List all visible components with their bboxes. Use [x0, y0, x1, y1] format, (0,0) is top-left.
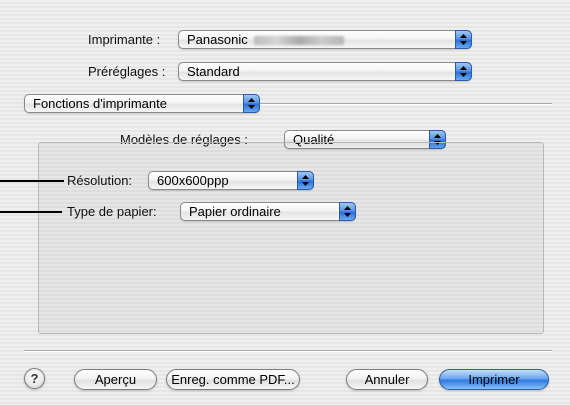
section-value: Fonctions d'imprimante — [33, 96, 167, 111]
presets-label: Préréglages : — [88, 64, 166, 79]
resolution-callout-line — [0, 180, 64, 182]
paper-type-value: Papier ordinaire — [189, 204, 281, 219]
presets-value: Standard — [187, 64, 240, 79]
save-as-pdf-button[interactable]: Enreg. comme PDF... — [166, 369, 300, 390]
printer-model-redacted — [253, 36, 344, 46]
paper-type-popup[interactable]: Papier ordinaire — [180, 202, 356, 221]
resolution-value: 600x600ppp — [157, 173, 229, 188]
resolution-label: Résolution: — [67, 173, 133, 188]
paper-type-callout-line — [0, 211, 62, 213]
popup-arrows-icon — [243, 94, 260, 113]
popup-arrows-icon — [455, 62, 472, 81]
resolution-popup[interactable]: 600x600ppp — [148, 171, 314, 190]
printer-label: Imprimante : — [88, 32, 161, 47]
section-separator — [260, 103, 552, 105]
bottom-separator — [24, 350, 552, 352]
print-button[interactable]: Imprimer — [439, 369, 549, 390]
section-popup[interactable]: Fonctions d'imprimante — [24, 94, 260, 113]
popup-arrows-icon — [339, 202, 356, 221]
popup-arrows-icon — [455, 30, 472, 49]
paper-type-label: Type de papier: — [67, 204, 157, 219]
presets-popup[interactable]: Standard — [178, 62, 472, 81]
help-button[interactable]: ? — [24, 368, 45, 389]
cancel-button[interactable]: Annuler — [346, 369, 428, 390]
preview-button[interactable]: Aperçu — [74, 369, 157, 390]
popup-arrows-icon — [297, 171, 314, 190]
printer-popup[interactable]: Panasonic — [178, 30, 472, 49]
printer-value: Panasonic — [187, 32, 248, 47]
